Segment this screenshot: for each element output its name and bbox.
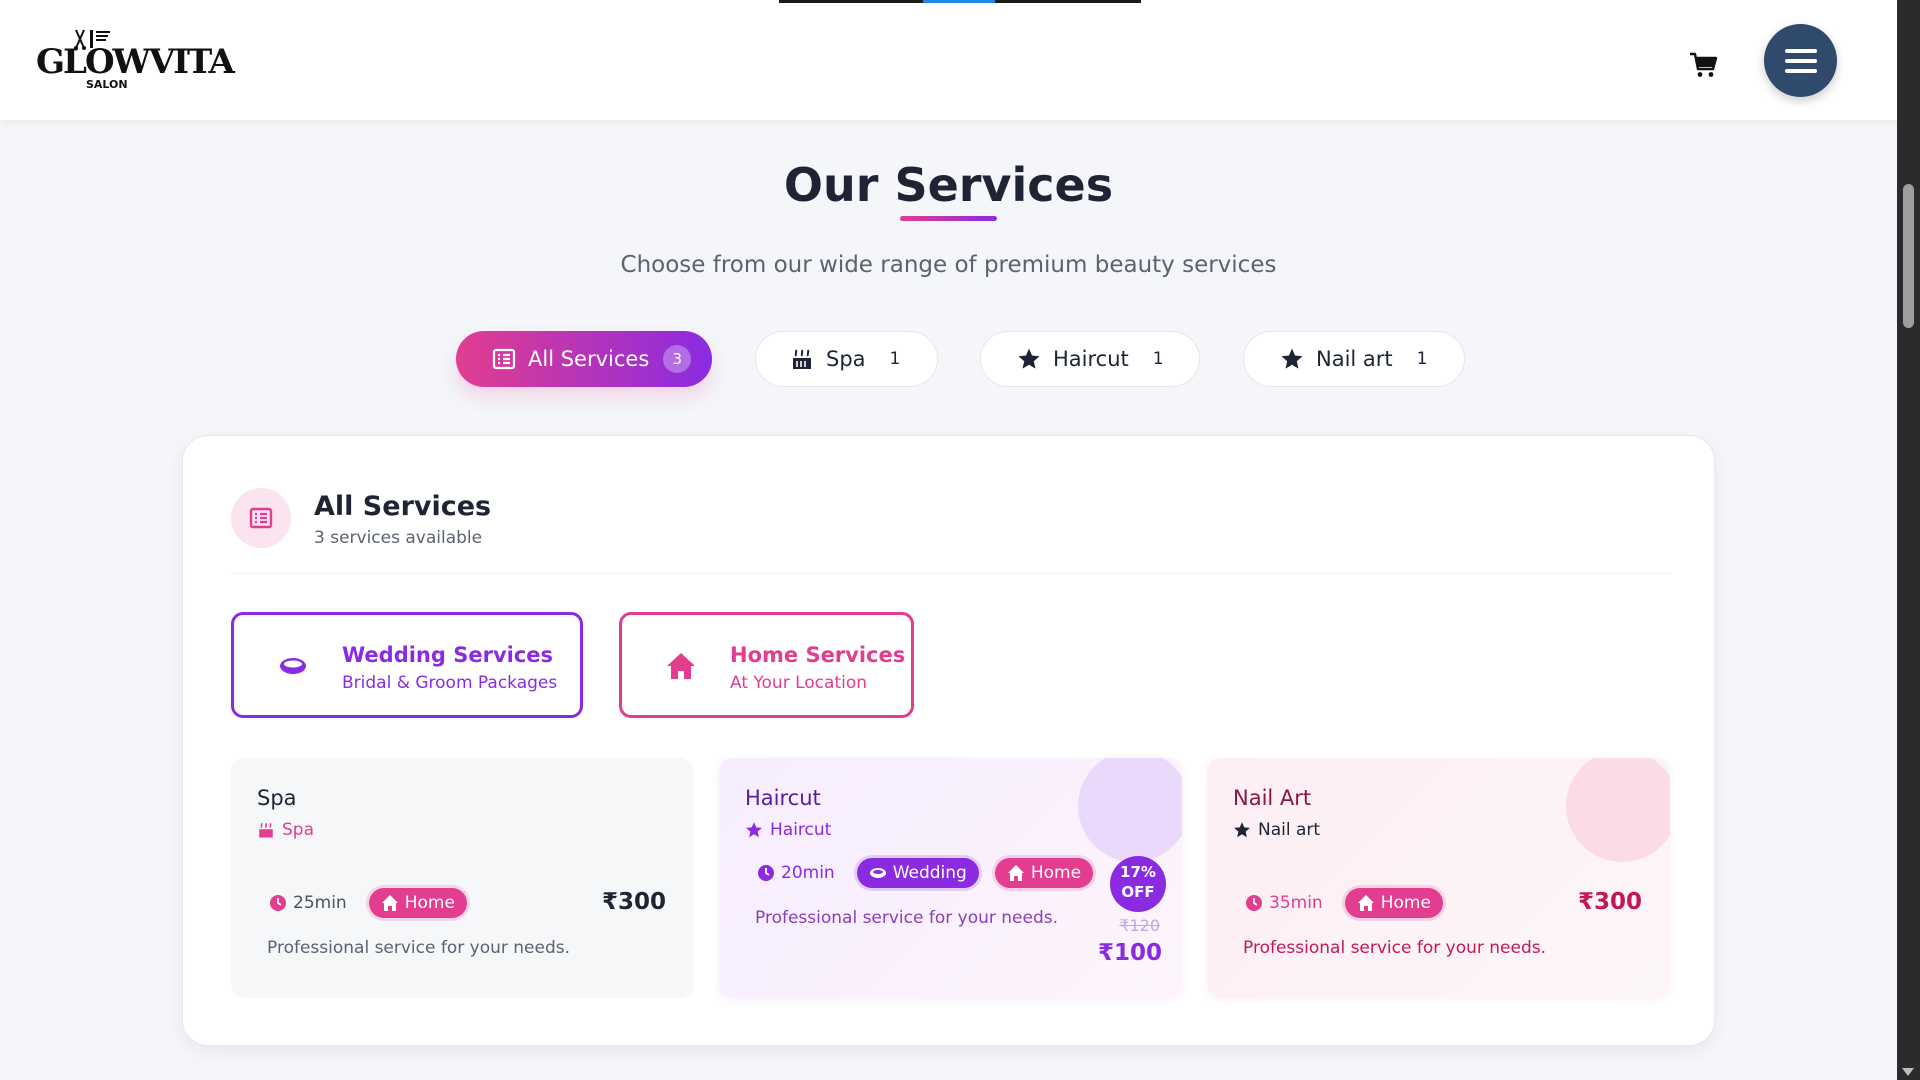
- panel-subtitle: 3 services available: [314, 528, 483, 548]
- feature-subtitle: At Your Location: [730, 673, 867, 693]
- tab-nail-art[interactable]: Nail art 1: [1243, 331, 1465, 387]
- shopping-cart-icon[interactable]: [1688, 50, 1718, 80]
- tab-label: Spa: [826, 347, 866, 371]
- logo-text: GLOWVITA: [36, 42, 235, 82]
- home-icon: [667, 653, 695, 679]
- spa-icon: [793, 349, 811, 369]
- clock-icon: [270, 895, 286, 911]
- tab-count-badge: 3: [663, 345, 692, 373]
- tab-label: Nail art: [1316, 347, 1393, 371]
- star-icon: [1281, 348, 1303, 369]
- duration-text: 20min: [781, 863, 835, 883]
- feature-title: Home Services: [730, 643, 906, 667]
- ring-icon: [869, 868, 886, 878]
- star-icon: [746, 822, 762, 838]
- service-price: ₹300: [601, 889, 666, 915]
- panel-icon-wrapper: [231, 488, 291, 548]
- tab-count: 1: [1416, 349, 1428, 369]
- service-description: Professional service for your needs.: [1243, 938, 1547, 958]
- home-icon: [1357, 895, 1374, 911]
- wedding-services-button[interactable]: Wedding Services Bridal & Groom Packages: [231, 612, 583, 718]
- feature-subtitle: Bridal & Groom Packages: [342, 673, 558, 693]
- service-duration: 20min: [757, 863, 835, 883]
- feature-title: Wedding Services: [342, 643, 554, 667]
- clock-icon: [758, 865, 774, 881]
- service-name: Nail Art: [1233, 786, 1312, 810]
- tab-haircut[interactable]: Haircut 1: [980, 331, 1200, 387]
- tab-count: 1: [1152, 349, 1164, 369]
- duration-text: 25min: [293, 893, 347, 913]
- service-card-spa[interactable]: Spa Spa 25min Home ₹300 Professional ser…: [231, 758, 694, 998]
- service-category: Spa: [257, 820, 314, 840]
- tab-count: 1: [889, 349, 901, 369]
- tag-label: Wedding: [892, 863, 967, 883]
- divider: [231, 573, 1671, 574]
- salon-logo[interactable]: GLOWVITA SALON: [36, 28, 235, 92]
- title-underline: [900, 216, 997, 221]
- scrollbar-thumb[interactable]: [1903, 184, 1914, 328]
- discount-off: OFF: [1121, 883, 1155, 901]
- home-icon: [1007, 865, 1024, 881]
- service-meta: 25min Home: [269, 888, 467, 918]
- tag-label: Home: [1030, 863, 1082, 883]
- service-name: Haircut: [745, 786, 821, 810]
- original-price: ₹120: [1119, 916, 1160, 935]
- services-panel: All Services 3 services available Weddin…: [182, 435, 1715, 1046]
- section-title: Our Services: [783, 158, 1114, 212]
- ring-icon: [280, 658, 306, 674]
- duration-text: 35min: [1269, 893, 1323, 913]
- star-icon: [1234, 822, 1250, 838]
- tab-label: All Services: [528, 347, 650, 371]
- home-tag: Home: [1344, 888, 1443, 918]
- decorative-circle: [1078, 758, 1182, 862]
- wedding-tag: Wedding: [856, 858, 979, 888]
- service-description: Professional service for your needs.: [755, 908, 1059, 928]
- home-tag: Home: [994, 858, 1094, 888]
- site-header: GLOWVITA SALON: [0, 0, 1897, 120]
- logo-subtext: SALON: [86, 78, 128, 91]
- page-scrollbar[interactable]: [1897, 0, 1920, 1080]
- tab-all-services[interactable]: All Services 3: [456, 331, 712, 387]
- category-label: Haircut: [770, 820, 832, 840]
- service-name: Spa: [257, 786, 297, 810]
- category-label: Nail art: [1258, 820, 1321, 840]
- service-duration: 25min: [269, 893, 347, 913]
- service-price: ₹300: [1577, 889, 1642, 915]
- tab-spa[interactable]: Spa 1: [755, 331, 938, 387]
- hamburger-menu-icon: [1784, 46, 1817, 76]
- menu-button[interactable]: [1764, 24, 1837, 97]
- discount-percent: 17%: [1120, 863, 1156, 881]
- tag-label: Home: [404, 893, 455, 913]
- list-icon: [249, 507, 273, 529]
- spa-icon: [259, 823, 273, 838]
- service-duration: 35min: [1245, 893, 1323, 913]
- service-description: Professional service for your needs.: [267, 938, 571, 958]
- star-icon: [1018, 348, 1040, 369]
- list-icon: [492, 348, 516, 370]
- category-label: Spa: [282, 820, 314, 840]
- clock-icon: [1246, 895, 1262, 911]
- service-price: ₹100: [1097, 940, 1162, 966]
- service-category: Haircut: [745, 820, 831, 840]
- service-meta: 20min Wedding Home: [757, 858, 1094, 888]
- section-subtitle: Choose from our wide range of premium be…: [620, 252, 1277, 278]
- service-card-nail-art[interactable]: Nail Art Nail art 35min Home ₹300 Profes…: [1207, 758, 1670, 998]
- home-icon: [381, 895, 398, 911]
- tag-label: Home: [1380, 893, 1431, 913]
- service-card-haircut[interactable]: Haircut Haircut 20min Wedding Home Profe…: [719, 758, 1182, 998]
- page-progress-bar: [779, 0, 1141, 3]
- decorative-circle: [1566, 758, 1670, 862]
- home-tag: Home: [368, 888, 467, 918]
- tab-label: Haircut: [1053, 347, 1129, 371]
- discount-badge: 17% OFF: [1110, 856, 1166, 912]
- scroll-down-arrow-icon[interactable]: [1902, 1068, 1914, 1076]
- service-category: Nail art: [1233, 820, 1320, 840]
- panel-title: All Services: [314, 491, 492, 522]
- service-meta: 35min Home: [1245, 888, 1443, 918]
- home-services-button[interactable]: Home Services At Your Location: [619, 612, 914, 718]
